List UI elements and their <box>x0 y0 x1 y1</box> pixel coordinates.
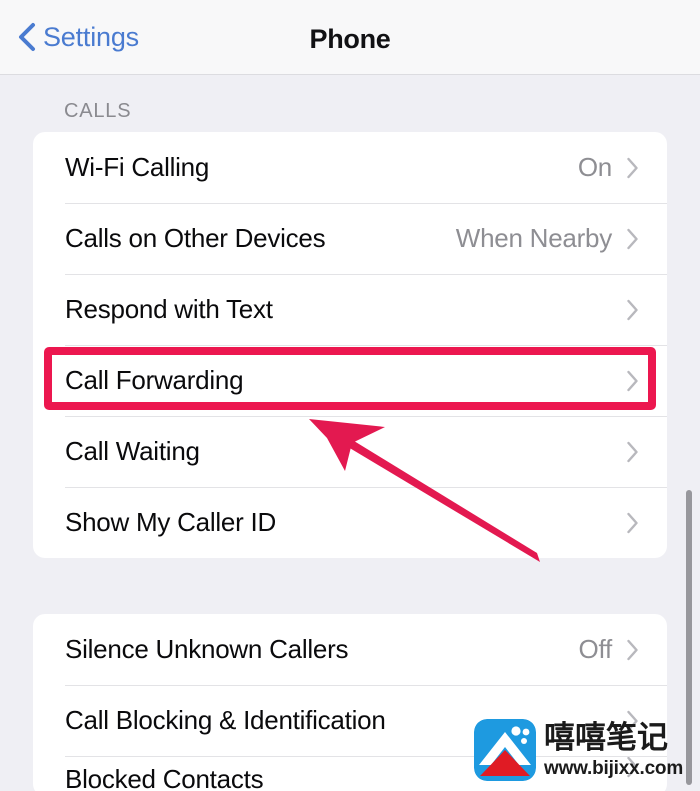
watermark-title: 嘻嘻笔记 <box>544 719 668 756</box>
chevron-right-icon <box>627 441 638 462</box>
row-label: Show My Caller ID <box>65 507 277 537</box>
page-title: Phone <box>309 24 391 54</box>
settings-scroll-view[interactable]: CALLS Wi-Fi Calling On Calls on Other De… <box>0 75 700 791</box>
row-value: Off <box>578 634 613 664</box>
settings-row-show-my-caller-id[interactable]: Show My Caller ID <box>33 487 667 558</box>
bijixx-logo-icon <box>474 719 536 781</box>
row-label: Respond with Text <box>65 294 273 324</box>
settings-row-call-waiting[interactable]: Call Waiting <box>33 416 667 487</box>
settings-card-calls: Wi-Fi Calling On Calls on Other Devices … <box>33 132 667 558</box>
row-value: On <box>577 152 612 182</box>
row-label: Calls on Other Devices <box>65 223 326 253</box>
chevron-right-icon <box>627 512 638 533</box>
chevron-right-icon <box>627 228 638 249</box>
chevron-right-icon <box>627 157 638 178</box>
settings-row-call-forwarding[interactable]: Call Forwarding <box>33 345 667 416</box>
settings-row-calls-on-other-devices[interactable]: Calls on Other Devices When Nearby <box>33 203 667 274</box>
settings-row-respond-with-text[interactable]: Respond with Text <box>33 274 667 345</box>
watermark-text: 嘻嘻笔记 www.bijixx.com <box>544 719 684 779</box>
chevron-right-icon <box>627 299 638 320</box>
navigation-bar: Settings Phone <box>0 0 700 75</box>
row-label: Silence Unknown Callers <box>65 634 349 664</box>
row-label: Call Waiting <box>65 436 200 466</box>
settings-row-wifi-calling[interactable]: Wi-Fi Calling On <box>33 132 667 203</box>
chevron-right-icon <box>627 370 638 391</box>
watermark-url: www.bijixx.com <box>544 757 684 779</box>
row-label: Call Forwarding <box>65 365 244 395</box>
section-header-calls: CALLS <box>64 100 132 122</box>
row-label: Wi-Fi Calling <box>65 152 210 182</box>
chevron-right-icon <box>627 639 638 660</box>
watermark: 嘻嘻笔记 www.bijixx.com <box>474 719 683 781</box>
vertical-scrollbar[interactable] <box>686 490 692 785</box>
settings-row-silence-unknown-callers[interactable]: Silence Unknown Callers Off <box>33 614 667 685</box>
row-value: When Nearby <box>455 223 612 253</box>
